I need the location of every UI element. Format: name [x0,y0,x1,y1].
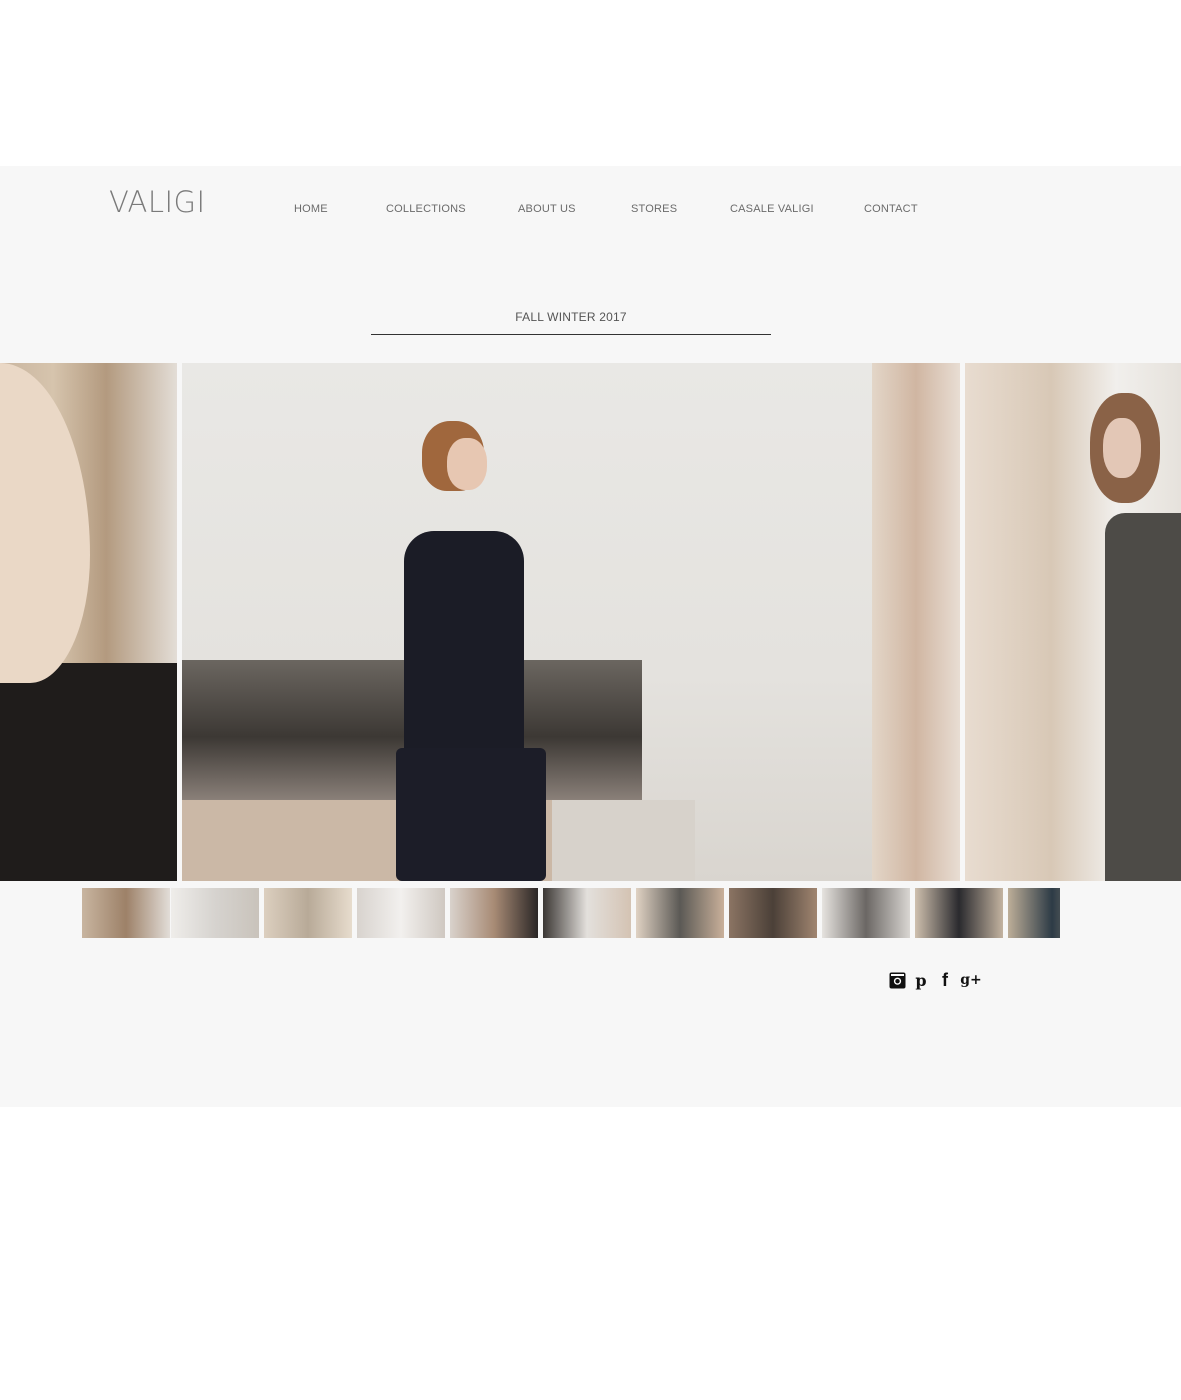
nav-item-contact[interactable]: CONTACT [864,203,918,215]
thumbnail-4[interactable] [357,888,445,938]
photo-hearth [552,800,695,881]
nav-item-casale-valigi[interactable]: CASALE VALIGI [730,203,814,215]
thumbnail-strip [82,888,1060,938]
thumbnail-11[interactable] [1008,888,1060,938]
photo-coat [1105,513,1181,881]
thumbnail-5[interactable] [450,888,538,938]
photo-model-face [1103,418,1141,478]
google-plus-icon[interactable]: g+ [960,971,982,989]
instagram-icon[interactable] [888,971,906,989]
photo-brick-wall [872,363,960,881]
pinterest-icon[interactable]: p [912,971,930,990]
gallery-slide-next[interactable] [965,363,1181,881]
thumbnail-1[interactable] [82,888,170,938]
photo-face [0,363,90,683]
photo-trousers [396,748,546,881]
photo-model-face [447,438,487,490]
thumbnail-7[interactable] [636,888,724,938]
thumbnail-8[interactable] [729,888,817,938]
nav-item-home[interactable]: HOME [294,203,328,215]
photo-sweater [404,531,524,756]
page-title: FALL WINTER 2017 [515,310,627,324]
facebook-icon[interactable]: f [936,970,954,990]
thumbnail-3[interactable] [264,888,352,938]
thumbnail-10[interactable] [915,888,1003,938]
nav-item-about-us[interactable]: ABOUT US [518,203,576,215]
title-divider [371,334,771,335]
nav-item-collections[interactable]: COLLECTIONS [386,203,466,215]
thumbnail-9[interactable] [822,888,910,938]
photo-garment [0,663,177,881]
thumbnail-6[interactable] [543,888,631,938]
gallery-slide-previous[interactable] [0,363,177,881]
main-nav: HOME COLLECTIONS ABOUT US STORES CASALE … [0,203,1181,219]
gallery-slide-current[interactable] [182,363,960,881]
thumbnail-2[interactable] [171,888,259,938]
nav-item-stores[interactable]: STORES [631,203,677,215]
